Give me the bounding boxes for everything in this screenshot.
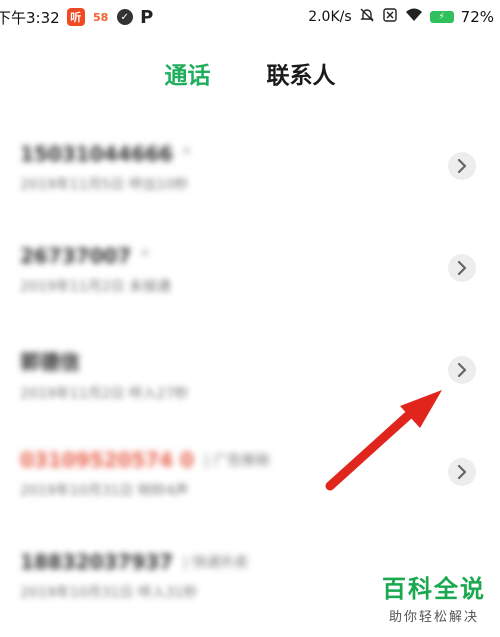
battery-percent: 72% [460,8,494,26]
chevron-right-icon [457,261,467,275]
mute-bell-icon [359,7,375,27]
p-app-icon: P [140,6,154,28]
call-primary: 郭德信 [20,346,500,375]
call-details: 2019年10月31日 响铃4声 [20,483,189,499]
call-details: 2019年11月2日 呼入27秒 [20,386,189,402]
chevron-right-icon [457,363,467,377]
call-log-list: 15031044666 * 2019年11月5日 呼出10秒 26737007 … [0,118,500,628]
call-log-item[interactable]: 15031044666 * 2019年11月5日 呼出10秒 [0,118,500,220]
call-number: 26737007 [20,244,132,268]
call-detail-button[interactable] [448,356,476,384]
call-primary: 15031044666 * [20,142,500,166]
call-tag: * [183,146,191,162]
battery-charging-icon: ⚡ [429,11,454,23]
call-number: 15031044666 [20,142,174,166]
clock: 下午3:32 [0,8,60,27]
call-log-item[interactable]: 26737007 * 2019年11月2日 未接通 [0,220,500,322]
network-speed: 2.0K/s [308,9,352,25]
call-details: 2019年11月5日 呼出10秒 [20,177,189,193]
call-detail-button[interactable] [448,254,476,282]
status-left: 下午3:32 听 58 ✓ P [0,6,154,28]
call-detail-button[interactable] [448,152,476,180]
call-number: 18832037937 [20,550,174,574]
chevron-right-icon [457,465,467,479]
call-tag: * [141,248,149,264]
call-tag: | 快递外卖 [183,555,249,571]
status-bar: 下午3:32 听 58 ✓ P 2.0K/s ⚡ 72% [0,0,500,34]
call-log-item[interactable]: 郭德信 2019年11月2日 呼入27秒 [0,322,500,424]
tab-bar: 通话 联系人 [0,56,500,96]
chevron-right-icon [457,159,467,173]
call-primary: 26737007 * [20,244,500,268]
call-number: 03109520574 0 [20,448,194,472]
check-app-icon: ✓ [116,9,133,25]
tab-contacts[interactable]: 联系人 [267,56,336,96]
watermark: 百科全说 助你轻松解决 [382,569,486,625]
sim-off-icon [382,7,398,27]
call-contact-name: 郭德信 [20,350,80,374]
tab-calls[interactable]: 通话 [165,56,211,96]
watermark-title: 百科全说 [382,575,486,603]
ting-app-icon: 听 [66,8,85,26]
call-details: 2019年11月2日 未接通 [20,279,171,295]
call-primary: 03109520574 0 | 广告推销 [20,448,500,472]
call-tag: | 广告推销 [203,453,270,469]
watermark-subtitle: 助你轻松解决 [388,610,479,625]
wifi-icon [405,7,423,27]
call-detail-button[interactable] [448,458,476,486]
app-58-icon: 58 [91,8,110,26]
call-log-item[interactable]: 03109520574 0 | 广告推销 2019年10月31日 响铃4声 [0,424,500,526]
status-right: 2.0K/s ⚡ 72% [308,7,494,27]
